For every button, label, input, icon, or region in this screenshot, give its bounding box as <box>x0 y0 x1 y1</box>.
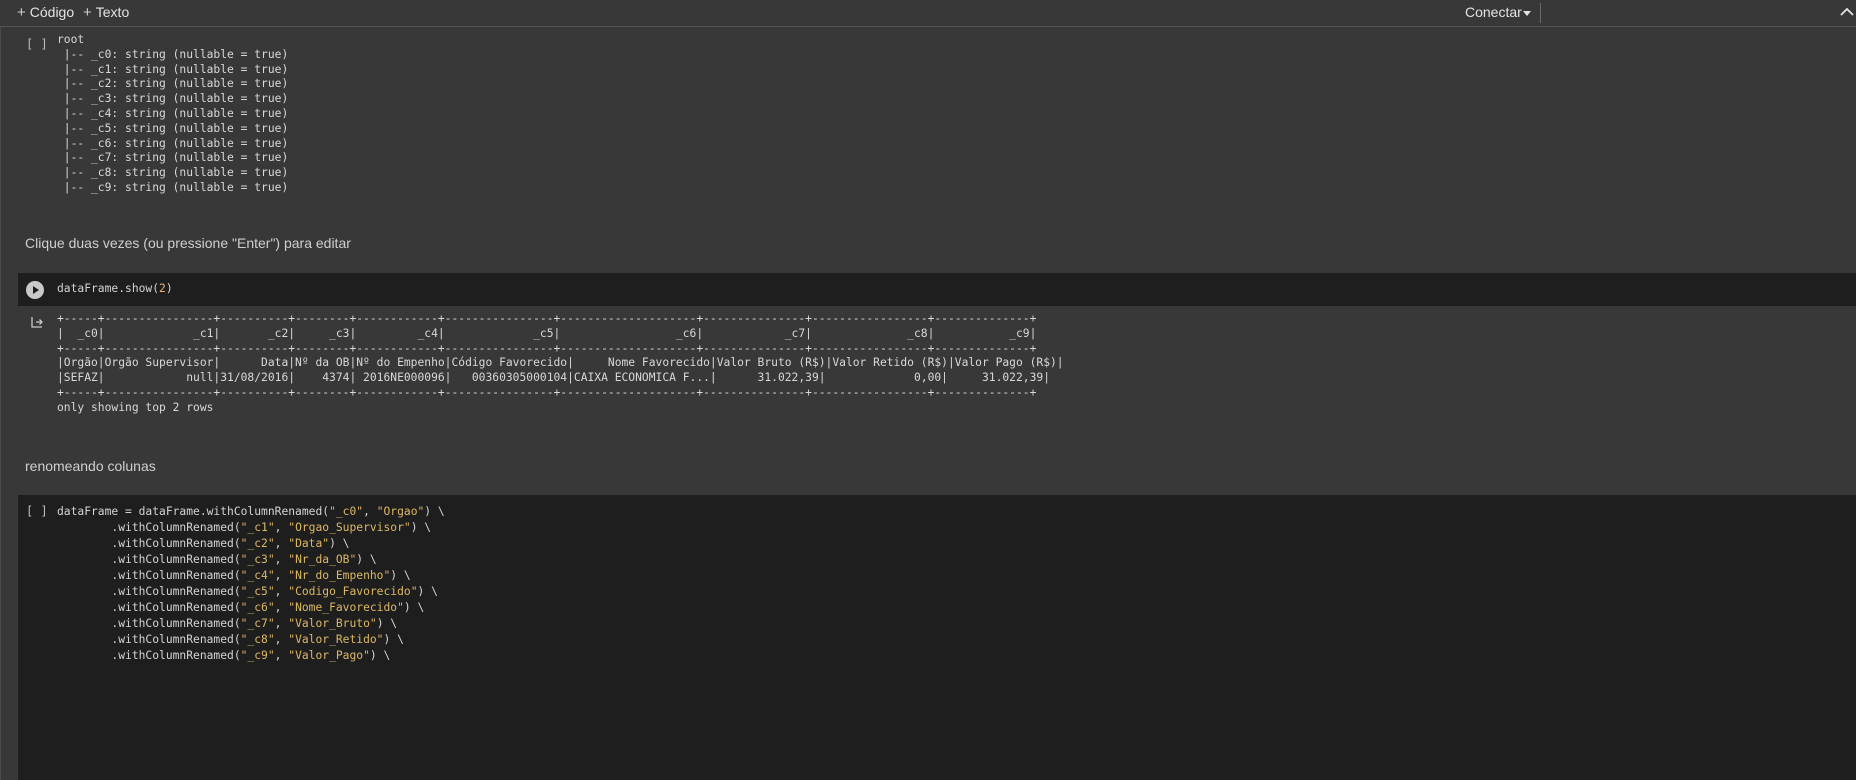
code-line: .withColumnRenamed("_c9", "Valor_Pago") … <box>57 648 445 664</box>
code-call: .withColumnRenamed( <box>57 585 241 598</box>
run-cell-button[interactable] <box>26 281 44 299</box>
code-rename-block[interactable]: dataFrame = dataFrame.withColumnRenamed(… <box>57 504 445 664</box>
code-separator: , <box>274 649 289 662</box>
code-line: dataFrame = dataFrame.withColumnRenamed(… <box>57 504 445 520</box>
code-separator: , <box>274 617 289 630</box>
code-line[interactable]: dataFrame.show(2) <box>57 282 173 295</box>
code-call: dataFrame = dataFrame.withColumnRenamed( <box>57 505 330 518</box>
cell-output-table: +-----+----------------+----------+-----… <box>57 312 1064 414</box>
code-end: ) \ <box>383 633 404 646</box>
code-cell-show[interactable] <box>18 273 1856 306</box>
code-separator: , <box>274 521 289 534</box>
add-code-label: Código <box>29 4 75 20</box>
code-string: "Nr_da_OB" <box>288 553 357 566</box>
code-string: "Orgao_Supervisor" <box>288 521 411 534</box>
code-string: "Data" <box>288 537 330 550</box>
cell-execution-count[interactable]: [ ] <box>26 37 48 51</box>
code-string: "Nome_Favorecido" <box>288 601 404 614</box>
code-call: .withColumnRenamed( <box>57 569 241 582</box>
code-call: .withColumnRenamed( <box>57 537 241 550</box>
code-call: .withColumnRenamed( <box>57 633 241 646</box>
plus-icon: + <box>17 4 26 21</box>
code-string: "_c9" <box>240 649 275 662</box>
code-string: "_c1" <box>240 521 275 534</box>
code-end: ) \ <box>410 521 432 534</box>
cell-execution-count[interactable]: [ ] <box>26 504 48 518</box>
code-separator: , <box>274 553 289 566</box>
code-string: "Valor_Pago" <box>288 649 370 662</box>
code-end: ) \ <box>376 617 398 630</box>
connect-button[interactable]: Conectar <box>1465 4 1522 20</box>
add-code-button[interactable]: + Código <box>17 4 74 21</box>
code-string: "Nr_do_Empenho" <box>288 569 391 582</box>
code-call: .withColumnRenamed( <box>57 601 241 614</box>
code-string: "Valor_Bruto" <box>288 617 377 630</box>
code-string: "_c2" <box>240 537 275 550</box>
code-line: .withColumnRenamed("_c3", "Nr_da_OB") \ <box>57 552 445 568</box>
code-string: "_c5" <box>240 585 275 598</box>
code-string: "_c3" <box>240 553 275 566</box>
code-end: ) \ <box>356 553 377 566</box>
code-line: .withColumnRenamed("_c5", "Codigo_Favore… <box>57 584 445 600</box>
code-string: "_c8" <box>240 633 275 646</box>
add-text-button[interactable]: + Texto <box>83 4 129 21</box>
code-end: ) \ <box>403 601 425 614</box>
text-cell-heading[interactable]: renomeando colunas <box>25 458 156 474</box>
chevron-up-icon[interactable] <box>1838 3 1856 21</box>
code-call: .withColumnRenamed( <box>57 521 241 534</box>
chevron-down-icon[interactable] <box>1523 11 1531 16</box>
code-separator: , <box>363 505 377 518</box>
code-string: "Orgao" <box>376 505 425 518</box>
code-string: "_c6" <box>240 601 275 614</box>
code-separator: , <box>274 585 289 598</box>
code-call: .withColumnRenamed( <box>57 617 241 630</box>
toolbar-divider <box>1540 3 1541 23</box>
code-end: ) \ <box>369 649 391 662</box>
code-call: .withColumnRenamed( <box>57 553 241 566</box>
add-text-label: Texto <box>95 4 130 20</box>
code-line: .withColumnRenamed("_c6", "Nome_Favoreci… <box>57 600 445 616</box>
code-end: ) \ <box>329 537 350 550</box>
code-string: "Codigo_Favorecido" <box>288 585 418 598</box>
code-string: "_c4" <box>240 569 275 582</box>
cell-output-schema: root |-- _c0: string (nullable = true) |… <box>57 33 289 194</box>
text-cell-placeholder[interactable]: Clique duas vezes (ou pressione "Enter")… <box>25 235 351 251</box>
code-arg: 2 <box>159 282 166 295</box>
code-end: ) \ <box>390 569 411 582</box>
code-string: "_c7" <box>240 617 275 630</box>
code-line: .withColumnRenamed("_c1", "Orgao_Supervi… <box>57 520 445 536</box>
code-end: ) \ <box>417 585 438 598</box>
code-line: .withColumnRenamed("_c2", "Data") \ <box>57 536 445 552</box>
code-call: dataFrame.show( <box>57 282 160 295</box>
code-line: .withColumnRenamed("_c8", "Valor_Retido"… <box>57 632 445 648</box>
code-line: .withColumnRenamed("_c4", "Nr_do_Empenho… <box>57 568 445 584</box>
play-icon <box>33 286 39 294</box>
code-separator: , <box>274 569 289 582</box>
notebook-toolbar: + Código + Texto Conectar <box>0 0 1856 27</box>
code-string: "Valor_Retido" <box>288 633 384 646</box>
code-separator: , <box>274 633 289 646</box>
notebook-left-border <box>0 27 1 780</box>
code-separator: , <box>274 537 289 550</box>
plus-icon: + <box>83 4 92 21</box>
code-call: .withColumnRenamed( <box>57 649 241 662</box>
code-separator: , <box>274 601 289 614</box>
code-string: "_c0" <box>329 505 364 518</box>
code-end: ) <box>165 282 173 295</box>
output-icon[interactable] <box>30 315 44 329</box>
code-end: ) \ <box>424 505 445 518</box>
code-line: .withColumnRenamed("_c7", "Valor_Bruto")… <box>57 616 445 632</box>
